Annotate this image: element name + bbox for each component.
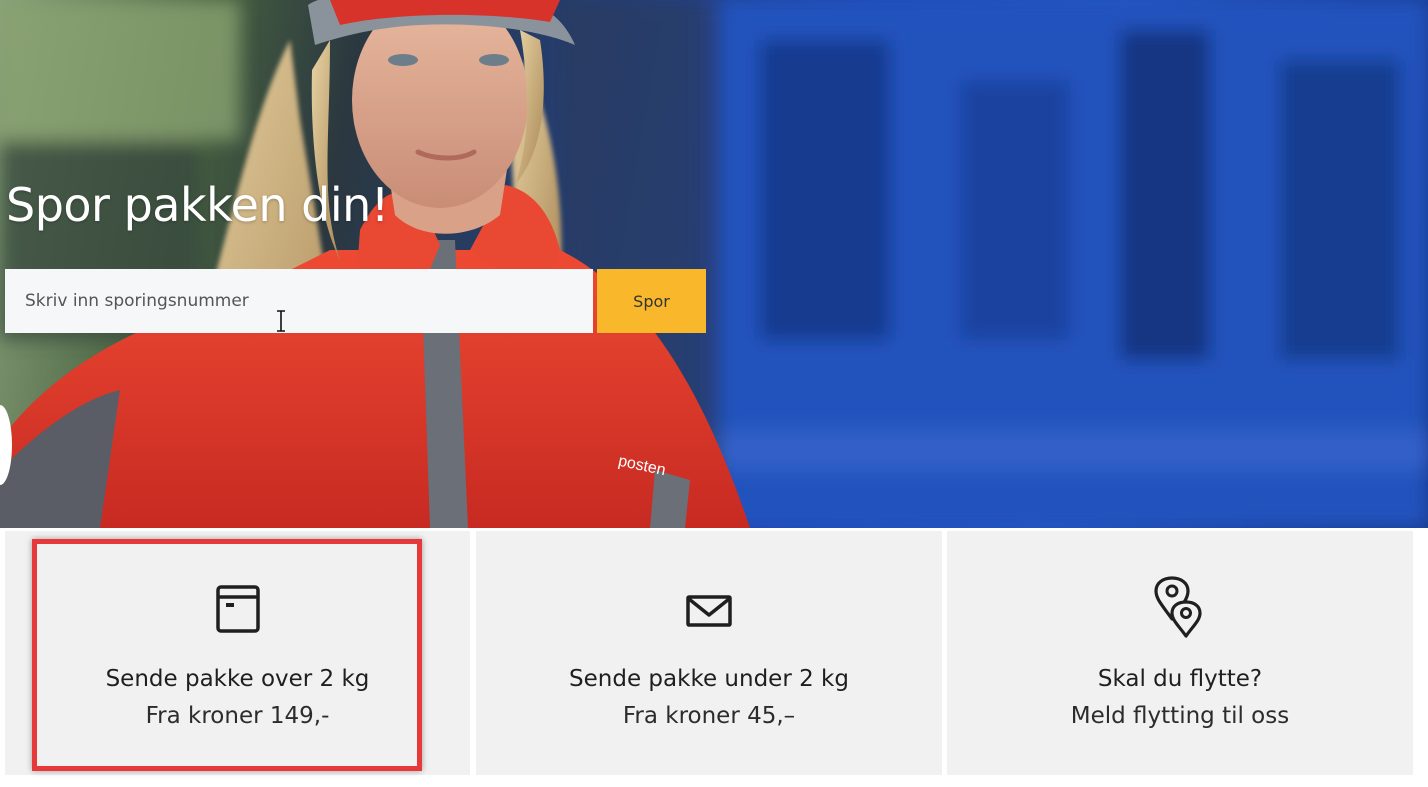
location-pins-icon xyxy=(947,575,1413,638)
track-button[interactable]: Spor xyxy=(597,269,706,333)
hero-photo: posten xyxy=(0,0,1428,528)
text-cursor-icon xyxy=(277,310,285,332)
card-send-package-over-2kg[interactable]: Sende pakke over 2 kg Fra kroner 149,- xyxy=(5,531,470,775)
card-title: Skal du flytte? xyxy=(1097,666,1263,692)
envelope-icon xyxy=(476,583,942,639)
card-subtitle: Fra kroner 149,- xyxy=(145,703,330,729)
card-title: Sende pakke under 2 kg xyxy=(569,666,849,692)
service-cards: Sende pakke over 2 kg Fra kroner 149,- S… xyxy=(0,528,1428,787)
card-moving-address-change[interactable]: Skal du flytte? Meld flytting til oss xyxy=(947,531,1413,775)
hero-banner: posten Spor pakken din! Spor xyxy=(0,0,1428,528)
card-title: Sende pakke over 2 kg xyxy=(105,666,370,692)
package-box-icon xyxy=(5,583,470,639)
card-subtitle: Fra kroner 45,– xyxy=(622,703,796,729)
card-subtitle: Meld flytting til oss xyxy=(1070,703,1290,729)
page-title: Spor pakken din! xyxy=(6,178,389,232)
card-send-package-under-2kg[interactable]: Sende pakke under 2 kg Fra kroner 45,– xyxy=(476,531,942,775)
tracking-number-input[interactable] xyxy=(5,269,593,333)
